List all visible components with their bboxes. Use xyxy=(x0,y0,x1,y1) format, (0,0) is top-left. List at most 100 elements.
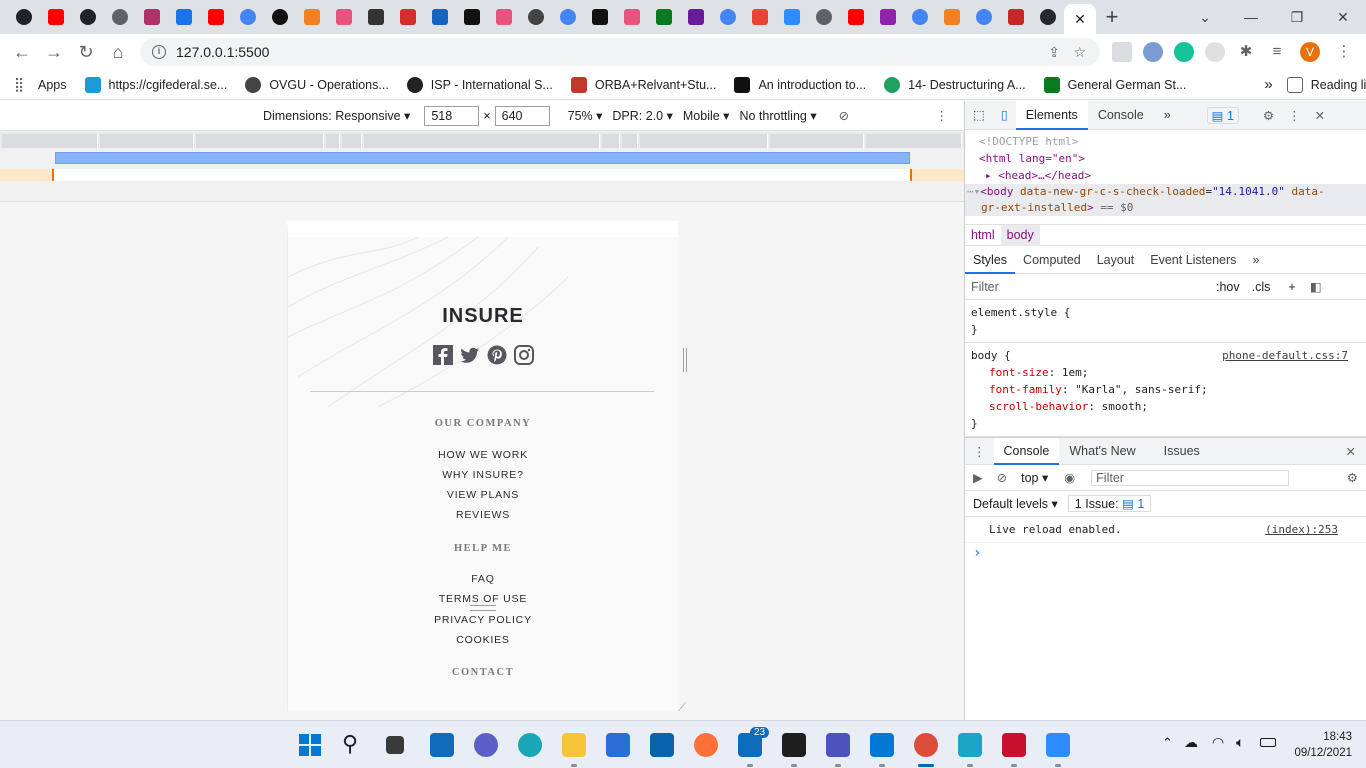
tab-youtube[interactable] xyxy=(40,0,72,34)
dimensions-select[interactable]: Dimensions: Responsive ▾ xyxy=(263,108,410,123)
drawer-tab-issues[interactable]: Issues xyxy=(1154,437,1210,466)
tab-eh[interactable] xyxy=(264,0,296,34)
store-icon[interactable] xyxy=(606,733,630,757)
tab-youtube-2[interactable] xyxy=(200,0,232,34)
tab-youtube-3[interactable] xyxy=(840,0,872,34)
footer-link-reviews[interactable]: REVIEWS xyxy=(288,509,678,521)
menu-icon[interactable]: ⋮ xyxy=(1334,42,1354,62)
tab-zoom[interactable] xyxy=(776,0,808,34)
more-bookmarks-icon[interactable]: » xyxy=(1264,76,1272,93)
more-subtabs-icon[interactable]: » xyxy=(1244,246,1267,274)
reload-icon[interactable]: ↻ xyxy=(70,36,102,68)
context-select[interactable]: top ▾ xyxy=(1021,470,1048,485)
extension-icon[interactable] xyxy=(1112,42,1132,62)
tab-react[interactable] xyxy=(8,0,40,34)
tab-google-3[interactable] xyxy=(712,0,744,34)
css-prop-scroll-behavior[interactable]: scroll-behavior: smooth; xyxy=(971,398,1360,415)
teams-icon[interactable] xyxy=(826,733,850,757)
bookmark-cgifederal[interactable]: https://cgifederal.se... xyxy=(84,76,227,93)
zoom-icon[interactable] xyxy=(1046,733,1070,757)
tab-s[interactable] xyxy=(168,0,200,34)
show-hidden-icons-icon[interactable]: ⌃ xyxy=(1162,735,1173,751)
footer-link-view-plans[interactable]: VIEW PLANS xyxy=(288,489,678,501)
tab-elements[interactable]: Elements xyxy=(1015,100,1088,130)
clear-console-icon[interactable]: ⊘ xyxy=(997,470,1007,485)
tab-google-5[interactable] xyxy=(968,0,1000,34)
more-tabs-icon[interactable]: » xyxy=(1154,101,1181,130)
tab-gmail[interactable] xyxy=(744,0,776,34)
extension-3-icon[interactable] xyxy=(1205,42,1225,62)
footer-link-cookies[interactable]: COOKIES xyxy=(288,634,678,646)
tab-red-figure[interactable] xyxy=(392,0,424,34)
tab-computed[interactable]: Computed xyxy=(1015,246,1089,274)
device-toolbar-menu-icon[interactable]: ⋮ xyxy=(936,108,949,123)
volume-icon[interactable]: 🔈︎ xyxy=(1236,734,1244,751)
drawer-close-icon[interactable]: ✕ xyxy=(1346,444,1356,459)
address-bar[interactable]: i 127.0.0.1:5500 ⇪ ☆ xyxy=(140,38,1100,66)
window-close-icon[interactable]: ✕ xyxy=(1320,0,1366,34)
file-explorer-icon[interactable] xyxy=(562,733,586,757)
cls-button[interactable]: .cls xyxy=(1252,280,1271,294)
throttling-select[interactable]: No throttling ▾ xyxy=(739,108,816,123)
dom-html[interactable]: <html lang="en"> xyxy=(979,150,1366,167)
tab-stackoverflow[interactable] xyxy=(296,0,328,34)
instagram-icon[interactable] xyxy=(514,345,534,365)
console-log-source[interactable]: (index):253 xyxy=(1265,521,1338,538)
tab-gh[interactable] xyxy=(520,0,552,34)
media-query-bar-max[interactable] xyxy=(0,132,964,148)
resize-handle-right[interactable] xyxy=(683,348,687,372)
bookmark-orba[interactable]: ORBA+Relvant+Stu... xyxy=(570,76,716,93)
tab-google[interactable] xyxy=(232,0,264,34)
search-icon[interactable]: ⚲ xyxy=(342,733,366,757)
console-settings-gear-icon[interactable]: ⚙ xyxy=(1347,470,1358,485)
chrome-icon[interactable] xyxy=(914,733,938,757)
drawer-tab-console[interactable]: Console xyxy=(993,437,1060,465)
console-prompt[interactable]: › xyxy=(965,543,1366,562)
issues-badge[interactable]: ▤ 1 xyxy=(1206,106,1239,124)
tab-styles[interactable]: Styles xyxy=(965,246,1016,274)
bookmark-destructuring[interactable]: 14- Destructuring A... xyxy=(884,76,1026,93)
tab-globe-2[interactable] xyxy=(808,0,840,34)
drawer-menu-icon[interactable]: ⋮ xyxy=(965,444,994,459)
body-style-rule[interactable]: body {phone-default.css:7 font-size: 1em… xyxy=(965,343,1366,437)
tab-search-icon[interactable]: ⌄ xyxy=(1182,0,1228,34)
rotate-icon[interactable]: ⊘ xyxy=(839,108,849,123)
breadcrumb-body[interactable]: body xyxy=(1000,224,1040,246)
tab-google-2[interactable] xyxy=(552,0,584,34)
toggle-sidebar-icon[interactable]: ◧ xyxy=(1310,279,1322,294)
facebook-icon[interactable] xyxy=(433,345,453,365)
styles-filter-input[interactable]: Filter xyxy=(971,280,1216,294)
system-clock[interactable]: 18:43 09/12/2021 xyxy=(1294,729,1352,761)
tab-c[interactable] xyxy=(680,0,712,34)
widgets-icon[interactable] xyxy=(430,733,454,757)
resize-handle-corner[interactable]: ⟋ xyxy=(678,700,686,715)
tab-m[interactable] xyxy=(136,0,168,34)
tab-pink-3[interactable] xyxy=(616,0,648,34)
tab-codesandbox[interactable] xyxy=(360,0,392,34)
reading-list[interactable]: Reading list xyxy=(1286,76,1366,93)
tab-react-2[interactable] xyxy=(72,0,104,34)
battery-icon[interactable] xyxy=(1260,738,1276,747)
back-icon[interactable]: ← xyxy=(6,36,38,68)
tab-google-4[interactable] xyxy=(904,0,936,34)
tab-github[interactable] xyxy=(1032,0,1064,34)
tab-globe[interactable] xyxy=(104,0,136,34)
terminal-icon[interactable] xyxy=(782,733,806,757)
site-info-icon[interactable]: i xyxy=(152,45,166,59)
dom-body-selected[interactable]: ⋯▾<body data-new-gr-c-s-check-loaded="14… xyxy=(965,184,1366,216)
default-levels-select[interactable]: Default levels ▾ xyxy=(973,496,1058,511)
tab-stackoverflow-2[interactable] xyxy=(936,0,968,34)
start-windows-icon[interactable] xyxy=(298,733,322,757)
bookmark-ovgu[interactable]: OVGU - Operations... xyxy=(245,76,389,93)
media-query-bar-range[interactable] xyxy=(55,152,910,164)
twitter-icon[interactable] xyxy=(460,345,480,365)
new-rule-icon[interactable]: + xyxy=(1288,280,1295,294)
bookmark-apps[interactable]: ⣿ Apps xyxy=(14,77,67,93)
tab-console[interactable]: Console xyxy=(1088,101,1154,130)
footer-link-faq[interactable]: FAQ xyxy=(288,573,678,585)
wifi-icon[interactable]: ◠ xyxy=(1212,734,1224,751)
teams-chat-icon[interactable] xyxy=(474,733,498,757)
mail-icon[interactable] xyxy=(650,733,674,757)
inspect-element-icon[interactable]: ⬚ xyxy=(965,101,993,130)
drawer-tab-whats-new[interactable]: What's New xyxy=(1059,437,1145,466)
